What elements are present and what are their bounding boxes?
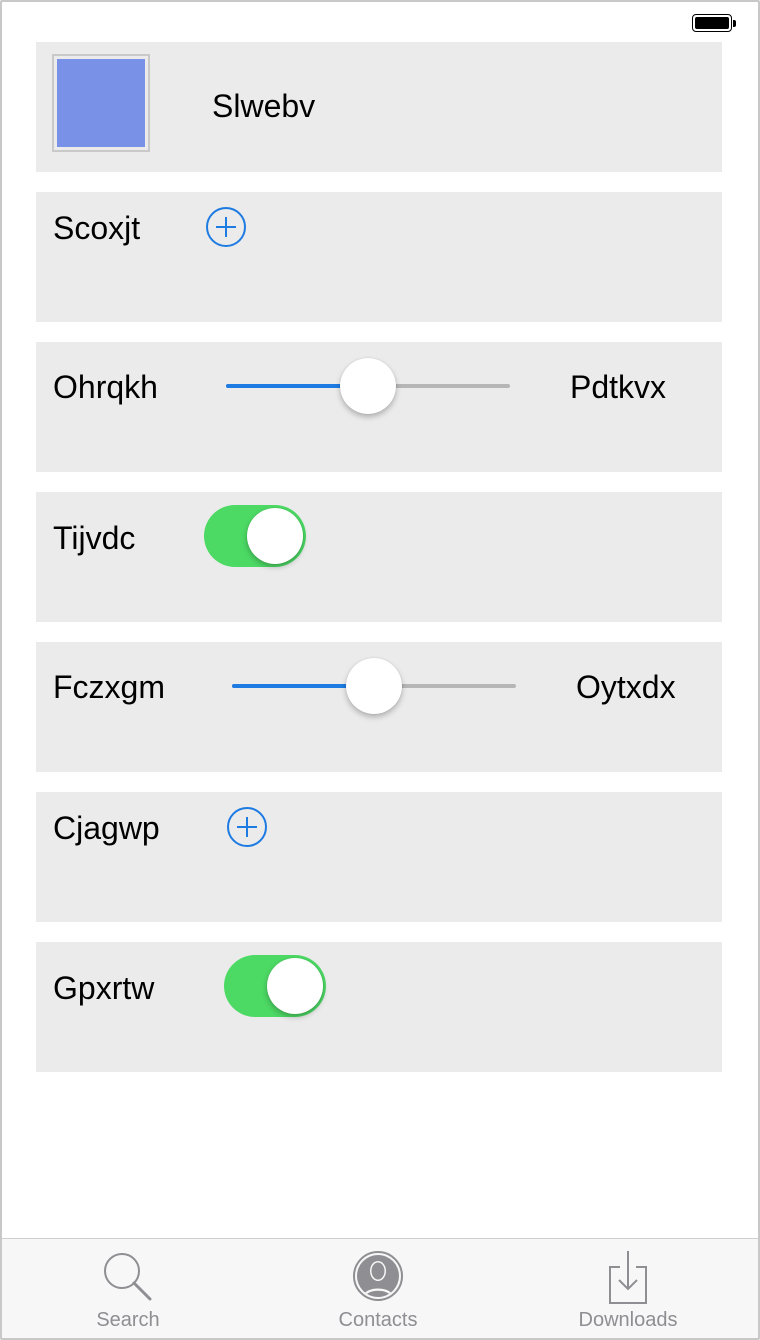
row-label: Fczxgm: [53, 669, 165, 705]
color-swatch: [57, 59, 145, 147]
toggle-switch[interactable]: [204, 505, 306, 567]
row-label: Slwebv: [212, 88, 316, 124]
list-item-scoxjt: Scoxjt: [36, 192, 722, 322]
row-label: Ohrqkh: [53, 369, 158, 405]
tab-label: Contacts: [338, 1309, 418, 1331]
battery-icon: [692, 14, 736, 34]
tab-downloads[interactable]: Downloads: [528, 1239, 728, 1338]
toggle-knob: [247, 508, 303, 564]
tab-contacts[interactable]: Contacts: [278, 1239, 478, 1338]
slider-value-label: Pdtkvx: [570, 369, 667, 405]
slider[interactable]: [226, 355, 510, 415]
list-item-cjagwp: Cjagwp: [36, 792, 722, 922]
slider-value-label: Oytxdx: [576, 669, 676, 705]
slider-thumb[interactable]: [346, 658, 402, 714]
list-item-ohrqkh: Ohrqkh Pdtkvx: [36, 342, 722, 472]
toggle-switch[interactable]: [224, 955, 326, 1017]
tab-bar: Search Contacts Downloads: [2, 1238, 758, 1338]
search-icon: [104, 1253, 152, 1301]
list-item-gpxrtw: Gpxrtw: [36, 942, 722, 1072]
list-item-slwebv[interactable]: Slwebv: [36, 42, 722, 172]
plus-circle-icon[interactable]: [227, 807, 267, 847]
row-label: Cjagwp: [53, 810, 160, 846]
tab-label: Search: [96, 1309, 160, 1331]
toggle-knob: [267, 958, 323, 1014]
row-label: Scoxjt: [53, 210, 141, 246]
list-item-fczxgm: Fczxgm Oytxdx: [36, 642, 722, 772]
download-icon: [609, 1251, 647, 1304]
tab-label: Downloads: [578, 1309, 678, 1331]
list-item-tijvdc: Tijvdc: [36, 492, 722, 622]
slider[interactable]: [232, 655, 516, 715]
tab-search[interactable]: Search: [28, 1239, 228, 1338]
row-label: Tijvdc: [53, 520, 136, 556]
contact-icon: [353, 1251, 403, 1301]
plus-circle-icon[interactable]: [206, 207, 246, 247]
slider-thumb[interactable]: [340, 358, 396, 414]
row-label: Gpxrtw: [53, 970, 155, 1006]
app-screen: Slwebv Scoxjt Ohrqkh Pdtkvx Tijvdc Fczxg…: [0, 0, 760, 1340]
image-thumbnail: [52, 54, 150, 152]
